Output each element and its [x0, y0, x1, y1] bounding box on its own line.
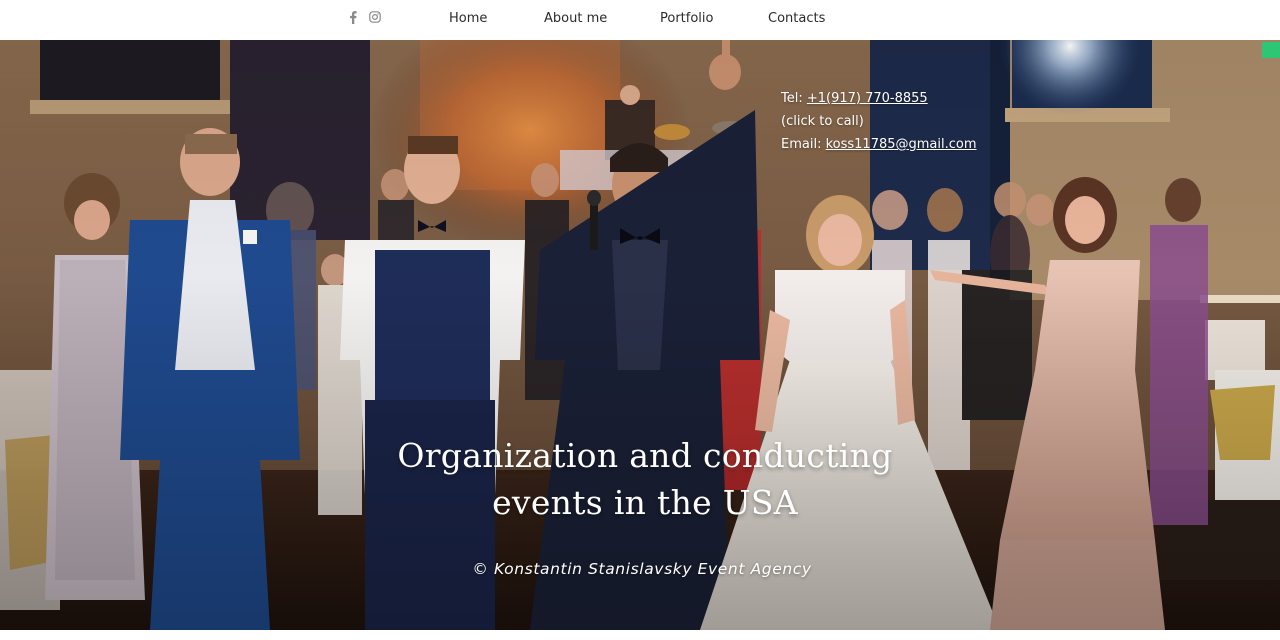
phone-line: Tel: +1(917) 770-8855	[781, 87, 977, 110]
nav-item-home[interactable]: Home	[449, 11, 487, 26]
wedding-party-photo	[0, 40, 1280, 630]
nav-item-about-me[interactable]: About me	[544, 11, 607, 26]
phone-note: (click to call)	[781, 114, 864, 129]
hero-title-line-1: Organization and conducting	[397, 436, 893, 475]
hero-credit: © Konstantin Stanislavsky Event Agency	[472, 560, 812, 578]
email-link[interactable]: koss11785@gmail.com	[826, 137, 977, 152]
site-header: Home About me Portfolio Contacts	[0, 0, 1280, 40]
hero-title: Organization and conducting events in th…	[340, 432, 950, 526]
email-line: Email: koss11785@gmail.com	[781, 133, 977, 156]
email-prefix: Email:	[781, 137, 826, 152]
hero-title-line-2: events in the USA	[492, 483, 798, 522]
hero-section: Tel: +1(917) 770-8855 (click to call) Em…	[0, 40, 1280, 630]
nav-item-contacts[interactable]: Contacts	[768, 11, 825, 26]
main-nav: Home About me Portfolio Contacts	[0, 0, 1280, 38]
nav-item-portfolio[interactable]: Portfolio	[660, 11, 713, 26]
phone-prefix: Tel:	[781, 91, 807, 106]
page-bottom-strip	[0, 630, 1280, 640]
contact-info: Tel: +1(917) 770-8855 (click to call) Em…	[781, 87, 977, 156]
phone-link[interactable]: +1(917) 770-8855	[807, 91, 928, 106]
